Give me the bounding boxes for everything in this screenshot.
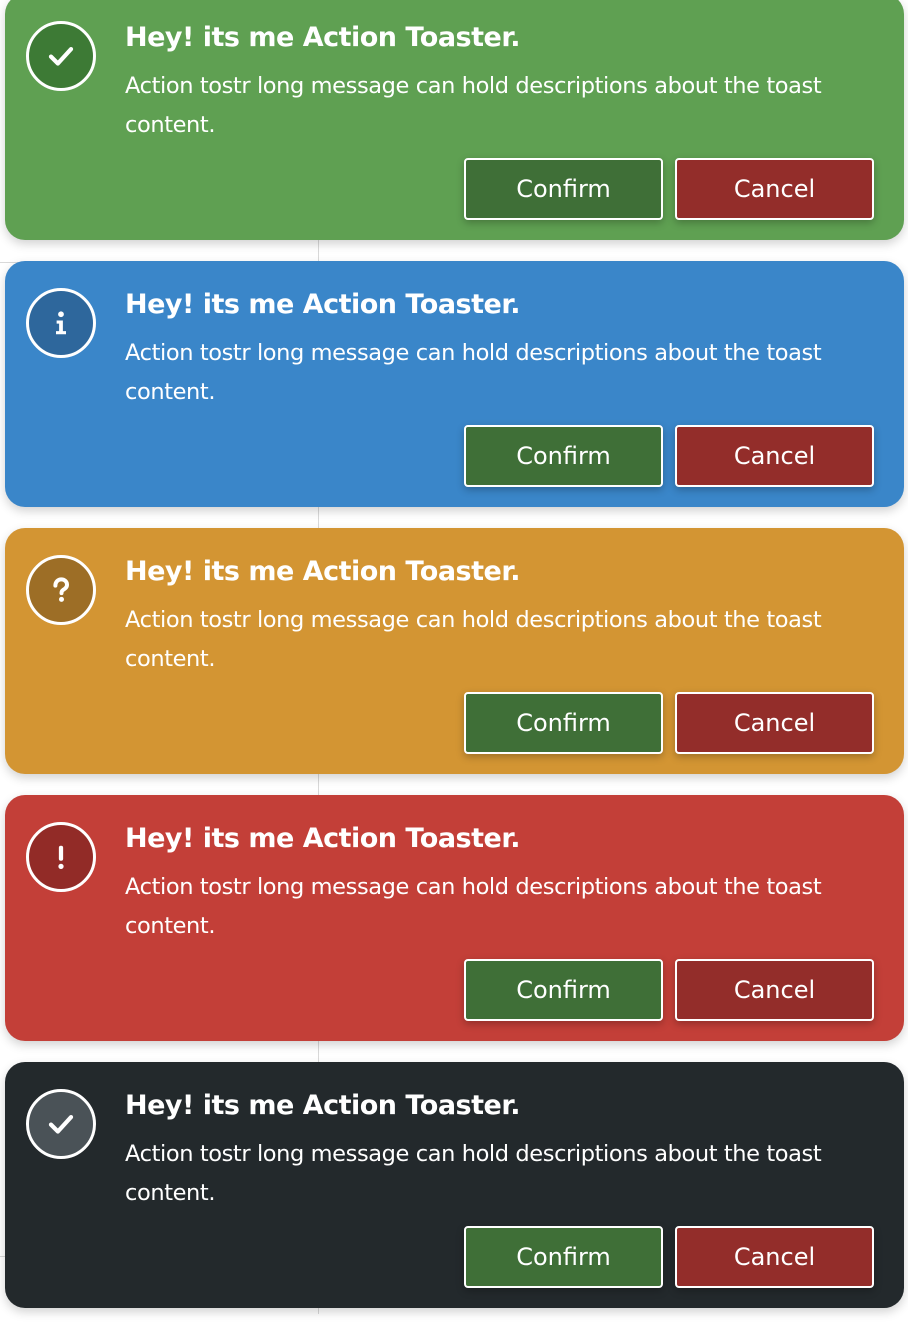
toast-title: Hey! its me Action Toaster. [125, 556, 521, 587]
cancel-button[interactable]: Cancel [675, 959, 874, 1021]
confirm-button[interactable]: Confirm [464, 1226, 663, 1288]
cancel-button[interactable]: Cancel [675, 1226, 874, 1288]
toast-stack: Hey! its me Action Toaster. Action tostr… [5, 0, 904, 1329]
info-icon [26, 288, 96, 358]
exclamation-icon [26, 822, 96, 892]
toast-error: Hey! its me Action Toaster. Action tostr… [5, 795, 904, 1041]
confirm-button[interactable]: Confirm [464, 959, 663, 1021]
toast-actions: Confirm Cancel [464, 692, 874, 754]
cancel-button[interactable]: Cancel [675, 425, 874, 487]
toast-title: Hey! its me Action Toaster. [125, 22, 521, 53]
toast-title: Hey! its me Action Toaster. [125, 289, 521, 320]
toast-warning: Hey! its me Action Toaster. Action tostr… [5, 528, 904, 774]
toast-message: Action tostr long message can hold descr… [125, 607, 822, 672]
toast-info: Hey! its me Action Toaster. Action tostr… [5, 261, 904, 507]
toast-message: Action tostr long message can hold descr… [125, 1141, 822, 1206]
toast-title: Hey! its me Action Toaster. [125, 823, 521, 854]
cancel-button[interactable]: Cancel [675, 158, 874, 220]
check-icon [26, 21, 96, 91]
check-icon [26, 1089, 96, 1159]
confirm-button[interactable]: Confirm [464, 425, 663, 487]
cancel-button[interactable]: Cancel [675, 692, 874, 754]
question-icon [26, 555, 96, 625]
toast-actions: Confirm Cancel [464, 158, 874, 220]
confirm-button[interactable]: Confirm [464, 692, 663, 754]
toast-dark: Hey! its me Action Toaster. Action tostr… [5, 1062, 904, 1308]
toast-message: Action tostr long message can hold descr… [125, 874, 822, 939]
toast-message: Action tostr long message can hold descr… [125, 73, 822, 138]
toast-actions: Confirm Cancel [464, 959, 874, 1021]
toast-success: Hey! its me Action Toaster. Action tostr… [5, 0, 904, 240]
toast-title: Hey! its me Action Toaster. [125, 1090, 521, 1121]
toast-actions: Confirm Cancel [464, 1226, 874, 1288]
confirm-button[interactable]: Confirm [464, 158, 663, 220]
toast-message: Action tostr long message can hold descr… [125, 340, 822, 405]
toast-actions: Confirm Cancel [464, 425, 874, 487]
